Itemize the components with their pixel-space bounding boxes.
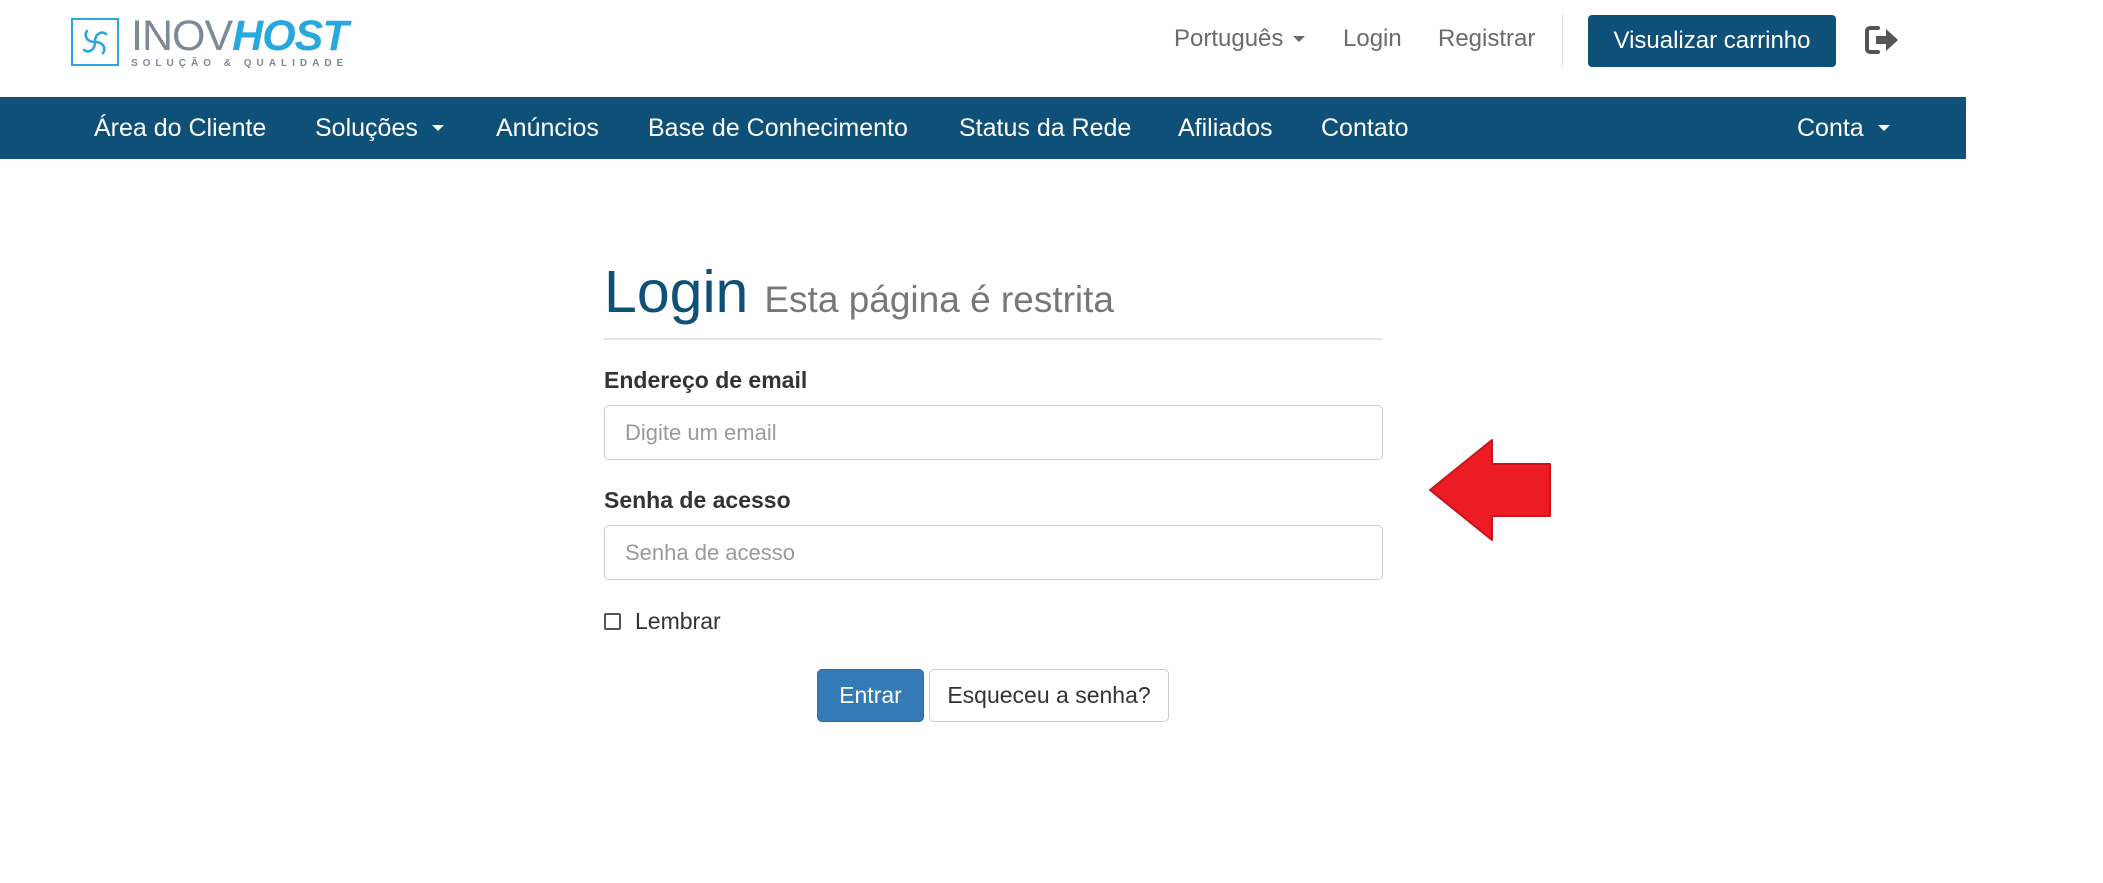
login-subheading: Esta página é restrita <box>764 279 1115 320</box>
email-field[interactable] <box>604 405 1383 460</box>
page-title: Login Esta página é restrita <box>604 258 1114 326</box>
remember-label: Lembrar <box>635 608 721 634</box>
chevron-down-icon <box>1877 125 1890 131</box>
title-divider <box>604 338 1383 340</box>
nav-item-solutions[interactable]: Soluções <box>315 97 444 159</box>
chevron-down-icon <box>431 125 444 131</box>
nav-item-label: Afiliados <box>1178 113 1273 142</box>
password-label: Senha de acesso <box>604 487 791 513</box>
login-submit-button[interactable]: Entrar <box>817 669 924 722</box>
top-header: INOVHOST SOLUÇÃO & QUALIDADE Português L… <box>0 0 1966 97</box>
nav-item-contact[interactable]: Contato <box>1321 97 1409 159</box>
nav-item-label: Área do Cliente <box>94 113 267 142</box>
password-field[interactable] <box>604 525 1383 580</box>
nav-item-account[interactable]: Conta <box>1797 97 1890 159</box>
brand-logo[interactable]: INOVHOST SOLUÇÃO & QUALIDADE <box>71 14 349 70</box>
nav-item-label: Soluções <box>315 113 418 142</box>
brand-tagline: SOLUÇÃO & QUALIDADE <box>131 57 349 69</box>
language-selector-label: Português <box>1174 25 1284 52</box>
nav-item-label: Anúncios <box>496 113 599 142</box>
login-heading: Login <box>604 259 749 325</box>
brand-wordmark: INOVHOST SOLUÇÃO & QUALIDADE <box>131 14 349 69</box>
chevron-down-icon <box>1293 36 1306 42</box>
nav-item-knowledgebase[interactable]: Base de Conhecimento <box>648 97 908 159</box>
header-divider <box>1562 14 1563 68</box>
swirl-logo-icon <box>71 18 119 66</box>
nav-item-client-area[interactable]: Área do Cliente <box>94 97 266 159</box>
login-link[interactable]: Login <box>1343 25 1402 53</box>
email-label: Endereço de email <box>604 367 808 393</box>
main-navbar: Área do Cliente Soluções Anúncios Base d… <box>0 97 1966 159</box>
forgot-password-button[interactable]: Esqueceu a senha? <box>929 669 1169 722</box>
nav-item-announcements[interactable]: Anúncios <box>496 97 599 159</box>
remember-me[interactable]: Lembrar <box>604 608 721 635</box>
brand-name-part2: HOST <box>232 11 348 60</box>
register-link[interactable]: Registrar <box>1438 25 1535 53</box>
nav-item-network-status[interactable]: Status da Rede <box>959 97 1131 159</box>
nav-item-label: Base de Conhecimento <box>648 113 908 142</box>
nav-item-affiliates[interactable]: Afiliados <box>1178 97 1273 159</box>
language-selector[interactable]: Português <box>1174 0 1306 78</box>
sign-out-icon[interactable] <box>1864 24 1900 56</box>
red-arrow-left-icon <box>1428 438 1552 542</box>
view-cart-button[interactable]: Visualizar carrinho <box>1588 15 1836 67</box>
nav-item-label: Conta <box>1797 113 1864 142</box>
nav-item-label: Status da Rede <box>959 113 1132 142</box>
nav-item-label: Contato <box>1321 113 1409 142</box>
remember-checkbox[interactable] <box>604 613 621 630</box>
brand-name-part1: INOV <box>131 11 233 60</box>
